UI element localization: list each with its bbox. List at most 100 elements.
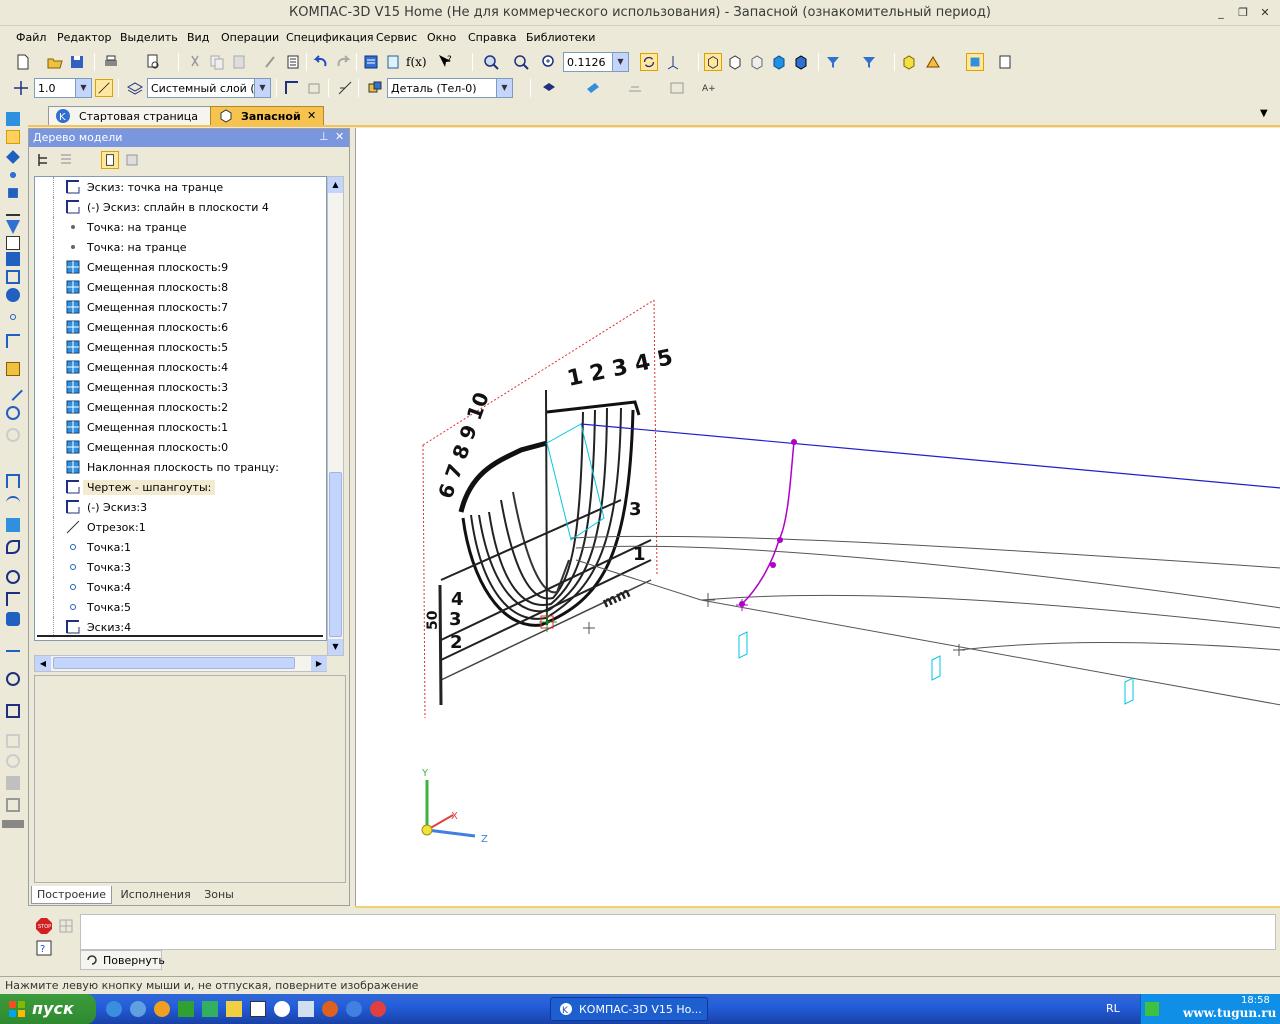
tree-item[interactable]: Смещенная плоскость:9	[35, 257, 326, 277]
function-icon[interactable]	[6, 540, 20, 554]
hull-lines[interactable]	[570, 535, 1280, 706]
tree-item[interactable]: Смещенная плоскость:2	[35, 397, 326, 417]
menu-libraries[interactable]: Библиотеки	[526, 31, 595, 44]
rectangle-icon[interactable]	[6, 474, 20, 488]
editor-icon[interactable]	[298, 1001, 314, 1017]
step-combo[interactable]: 1.0 ▼	[34, 78, 92, 98]
tree-item[interactable]: Точка:5	[35, 597, 326, 617]
tree-view-icon[interactable]	[101, 151, 119, 169]
tree-item[interactable]: Точка:3	[35, 557, 326, 577]
tree-item[interactable]: (-) Эскиз: сплайн в плоскости 4	[35, 197, 326, 217]
hidden-lines-icon[interactable]	[726, 53, 744, 71]
tabs-menu-icon[interactable]: ▼	[1260, 108, 1268, 119]
undo-icon[interactable]	[312, 53, 330, 71]
tree-item[interactable]: Точка: на транце	[35, 237, 326, 257]
tree-item[interactable]: Смещенная плоскость:1	[35, 417, 326, 437]
properties-icon[interactable]	[262, 53, 280, 71]
tab-spare[interactable]: Запасной ✕	[210, 106, 324, 126]
point-icon[interactable]	[10, 314, 16, 320]
halftone-edges-icon[interactable]	[792, 53, 810, 71]
tree-item[interactable]: (-) Эскиз:3	[35, 497, 326, 517]
rotate-icon[interactable]	[640, 53, 658, 71]
document-icon[interactable]	[6, 236, 20, 250]
property-field[interactable]	[80, 914, 1276, 950]
tab-construction[interactable]: Построение	[31, 886, 113, 904]
menu-service[interactable]: Сервис	[376, 31, 417, 44]
tree-horizontal-scrollbar[interactable]: ◀ ▶	[34, 655, 327, 672]
pin-panel-icon[interactable]	[58, 918, 74, 934]
redo-icon[interactable]	[334, 53, 352, 71]
chrome-icon[interactable]	[370, 1001, 386, 1017]
tree-structure-icon[interactable]	[35, 151, 53, 169]
copy-icon[interactable]	[208, 53, 226, 71]
wireframe-icon[interactable]	[704, 53, 722, 71]
orientation-icon[interactable]	[664, 53, 682, 71]
array-icon[interactable]	[6, 270, 20, 284]
cut-icon[interactable]	[186, 53, 204, 71]
taskbar-kompas-button[interactable]: K КОМПАС-3D V15 Ho...	[550, 997, 708, 1021]
open-icon[interactable]	[46, 53, 64, 71]
fill-icon[interactable]	[6, 518, 20, 532]
grid-icon[interactable]	[12, 79, 30, 97]
tree-item[interactable]: Точка: на транце	[35, 217, 326, 237]
tree-item[interactable]: Смещенная плоскость:8	[35, 277, 326, 297]
lines-icon[interactable]	[6, 202, 20, 216]
contour-icon[interactable]	[6, 704, 20, 718]
help-icon[interactable]: ?	[36, 940, 52, 956]
tab-close-icon[interactable]: ✕	[307, 109, 316, 122]
layer-combo[interactable]: Системный слой (0) ▼	[147, 78, 271, 98]
projection-icon[interactable]	[6, 612, 20, 626]
check-icon[interactable]	[6, 638, 20, 652]
scroll-up-icon[interactable]: ▲	[328, 177, 343, 193]
close-button[interactable]: ✕	[1258, 6, 1272, 20]
menu-select[interactable]: Выделить	[120, 31, 178, 44]
paint-icon[interactable]	[8, 188, 18, 198]
open-sketch-icon[interactable]	[6, 362, 20, 376]
mcc-icon[interactable]	[626, 79, 644, 97]
tree-item[interactable]: Точка:4	[35, 577, 326, 597]
filter-tools-icon[interactable]	[6, 220, 20, 234]
menu-specification[interactable]: Спецификация	[286, 31, 373, 44]
spline-point[interactable]	[791, 439, 797, 445]
curve-icon[interactable]	[6, 672, 20, 686]
tree-item[interactable]: Эскиз: точка на транце	[35, 177, 326, 197]
paste-icon[interactable]	[230, 53, 248, 71]
segment-icon[interactable]	[3, 381, 23, 401]
halftone-icon[interactable]	[770, 53, 788, 71]
tab-executions[interactable]: Исполнения	[116, 886, 196, 903]
ortho-icon[interactable]	[95, 79, 113, 97]
helix-icon[interactable]	[6, 570, 20, 584]
stop-icon[interactable]: STOP	[36, 918, 52, 934]
scroll-thumb[interactable]	[329, 472, 342, 637]
tree-item[interactable]: Смещенная плоскость:5	[35, 337, 326, 357]
tree-item[interactable]: Чертеж - шпангоуты:	[35, 477, 326, 497]
tab-start-page[interactable]: K Стартовая страница	[48, 106, 220, 126]
list-icon[interactable]	[284, 53, 302, 71]
zoom-scale-icon[interactable]	[540, 53, 558, 71]
new-file-icon[interactable]	[14, 53, 32, 71]
tree-item[interactable]: Смещенная плоскость:6	[35, 317, 326, 337]
sketch-icon[interactable]	[283, 79, 301, 97]
media-icon[interactable]	[322, 1001, 338, 1017]
menu-edit[interactable]: Редактор	[57, 31, 112, 44]
doc-icon[interactable]	[250, 1001, 266, 1017]
help-pointer-icon[interactable]: ?	[436, 53, 454, 71]
tree-item[interactable]: Смещенная плоскость:4	[35, 357, 326, 377]
app-icon[interactable]	[178, 1001, 194, 1017]
detail-combo[interactable]: Деталь (Тел-0) ▼	[387, 78, 513, 98]
app2-icon[interactable]	[202, 1001, 218, 1017]
scroll-left-icon[interactable]: ◀	[35, 656, 51, 671]
filter-icon[interactable]	[824, 53, 842, 71]
tree-list-icon[interactable]	[57, 151, 75, 169]
model-canvas[interactable]: 1 2 3 4 5 6 7 8 9 10 3 1 mm 4 3 2 50 Y X…	[356, 128, 1280, 906]
blue-guide-line[interactable]	[580, 423, 1280, 489]
model-tree-list[interactable]: Эскиз: точка на транце (-) Эскиз: сплайн …	[34, 176, 327, 641]
tray-icon[interactable]	[1145, 1002, 1159, 1016]
messenger-icon[interactable]	[130, 1001, 146, 1017]
tree-item[interactable]: Точка:1	[35, 537, 326, 557]
fx-icon[interactable]: f(x)	[406, 55, 427, 69]
tree-item[interactable]: Отрезок:1	[35, 517, 326, 537]
notes-icon[interactable]	[226, 1001, 242, 1017]
player-icon[interactable]	[274, 1001, 290, 1017]
detail-icon[interactable]	[366, 79, 384, 97]
